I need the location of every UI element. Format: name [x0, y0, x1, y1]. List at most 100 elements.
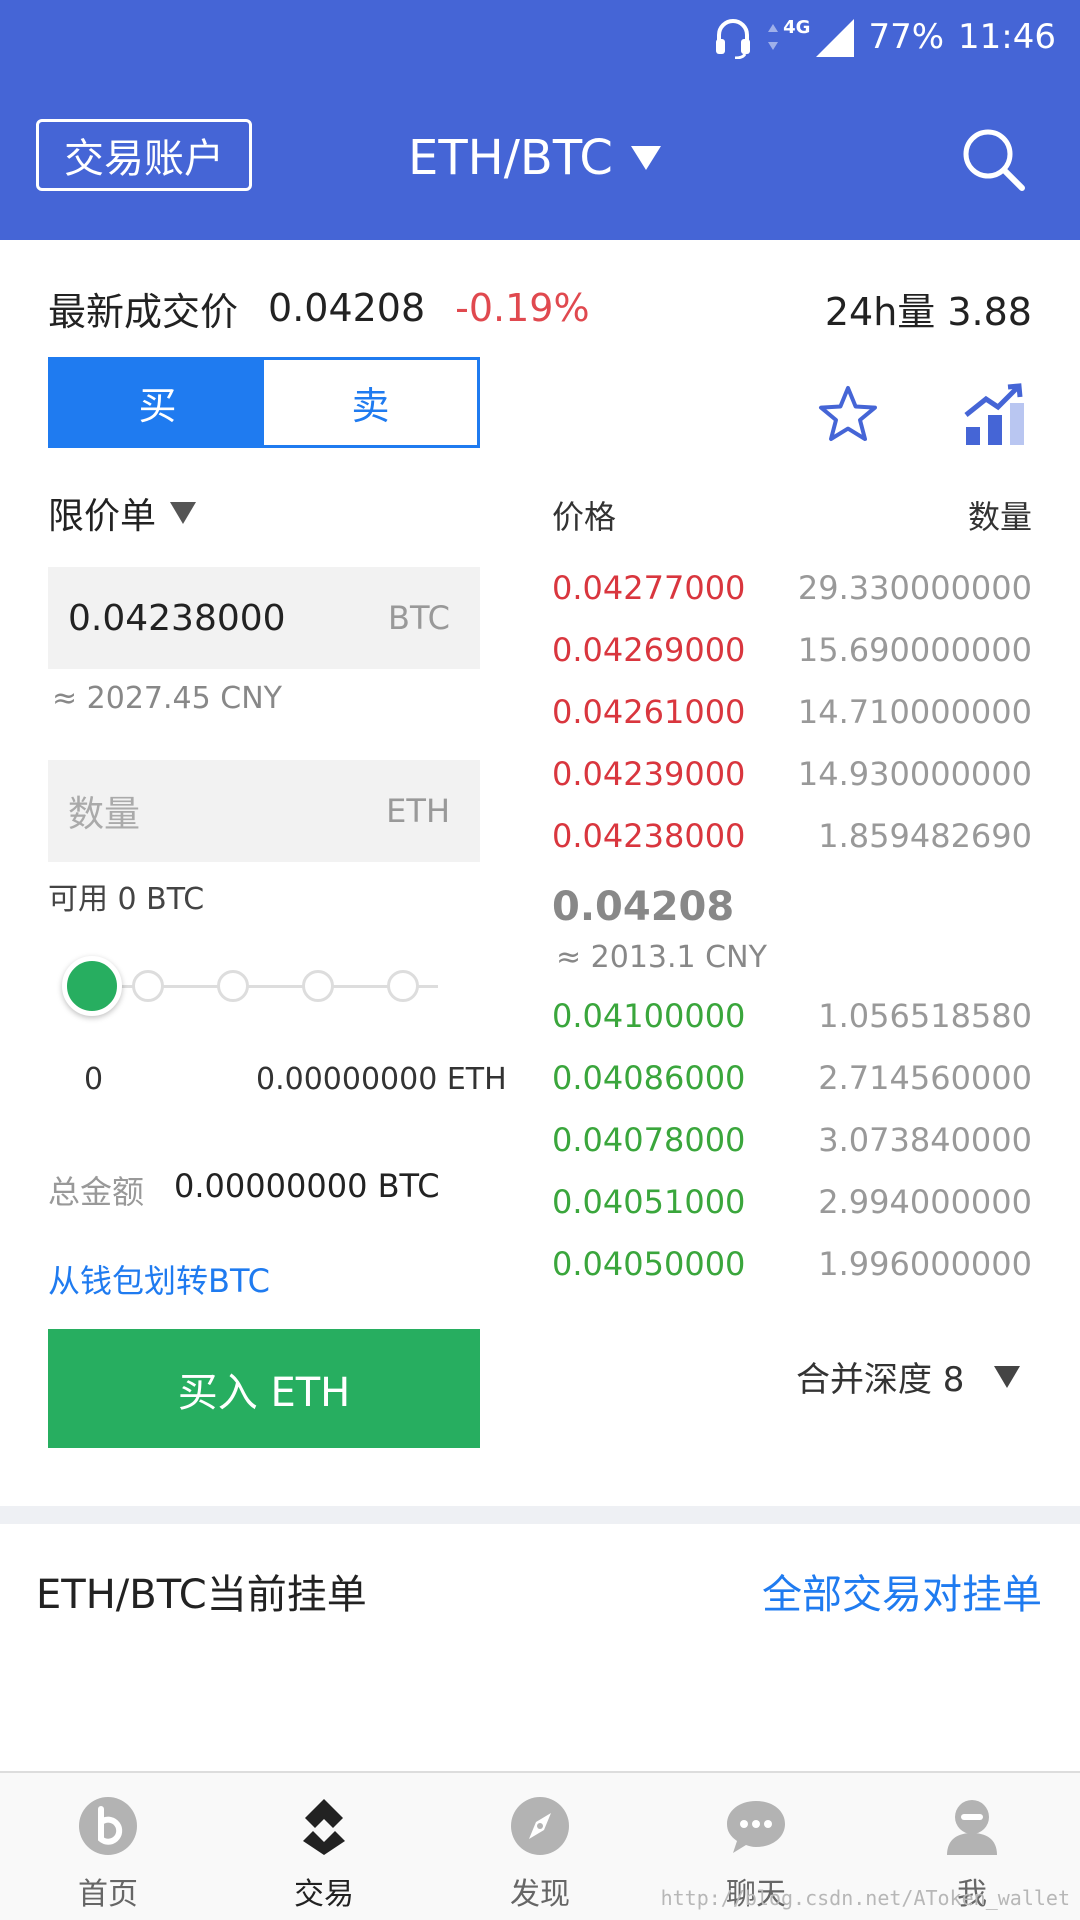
- bid-row[interactable]: 0.04050000 1.996000000: [552, 1233, 1032, 1295]
- ask-amount: 15.690000000: [797, 631, 1032, 669]
- network-icon: 4G: [767, 17, 855, 57]
- bid-price: 0.04078000: [552, 1121, 746, 1159]
- kline-chart-icon[interactable]: [962, 381, 1028, 447]
- volume-24h: 24h量 3.88: [824, 289, 1032, 334]
- slider-step-25[interactable]: [132, 970, 164, 1002]
- quantity-input[interactable]: 数量 ETH: [48, 760, 480, 862]
- bid-amount: 1.996000000: [818, 1245, 1032, 1283]
- ask-row[interactable]: 0.04277000 29.330000000: [552, 557, 1032, 619]
- ask-amount: 29.330000000: [797, 569, 1032, 607]
- bid-amount: 2.714560000: [818, 1059, 1032, 1097]
- network-label: 4G: [783, 17, 811, 38]
- wallet-transfer-link[interactable]: 从钱包划转BTC: [48, 1256, 270, 1302]
- app-header: 4G 77% 11:46 交易账户 ETH/BTC: [0, 0, 1080, 240]
- pair-label: ETH/BTC: [408, 130, 613, 186]
- book-price-header: 价格: [552, 498, 617, 536]
- slider-step-50[interactable]: [217, 970, 249, 1002]
- ask-price: 0.04277000: [552, 569, 746, 607]
- section-divider: [0, 1506, 1080, 1524]
- last-price-label: 最新成交价: [48, 289, 239, 334]
- slider-min-value: 0: [84, 1062, 104, 1097]
- bid-row[interactable]: 0.04100000 1.056518580: [552, 985, 1032, 1047]
- book-last-price-cny: ≈ 2013.1 CNY: [556, 940, 767, 975]
- quantity-placeholder: 数量: [68, 794, 141, 835]
- total-amount: 总金额 0.00000000 BTC: [48, 1167, 440, 1213]
- battery-text: 77%: [868, 17, 945, 57]
- chat-icon: [727, 1801, 785, 1853]
- order-type-label: 限价单: [48, 496, 157, 537]
- clock-text: 11:46: [958, 17, 1056, 57]
- bid-price: 0.04086000: [552, 1059, 746, 1097]
- total-amount-label: 总金额: [48, 1173, 145, 1211]
- merge-depth-selector[interactable]: 合并深度 8: [796, 1352, 1021, 1401]
- ask-price: 0.04261000: [552, 693, 746, 731]
- available-balance: 可用 0 BTC: [48, 882, 205, 917]
- ask-price: 0.04239000: [552, 755, 746, 793]
- price-cny-estimate: ≈ 2027.45 CNY: [52, 681, 282, 716]
- book-last-price[interactable]: 0.04208: [552, 884, 734, 930]
- price-change: -0.19%: [455, 286, 590, 330]
- order-book-header: 价格 数量: [552, 492, 1032, 538]
- nav-item-discover[interactable]: 发现: [432, 1773, 648, 1920]
- total-amount-value: 0.00000000 BTC: [174, 1167, 440, 1205]
- book-amount-header: 数量: [967, 498, 1032, 536]
- slider-max-value: 0.00000000 ETH: [256, 1062, 507, 1097]
- buy-eth-button[interactable]: 买入 ETH: [48, 1329, 480, 1448]
- ask-row[interactable]: 0.04269000 15.690000000: [552, 619, 1032, 681]
- ask-row[interactable]: 0.04239000 14.930000000: [552, 743, 1032, 805]
- home-icon: [79, 1797, 137, 1855]
- current-orders-title: ETH/BTC当前挂单: [36, 1572, 367, 1618]
- bid-amount: 1.056518580: [818, 997, 1032, 1035]
- slider-thumb[interactable]: [62, 956, 122, 1016]
- slider-step-75[interactable]: [302, 970, 334, 1002]
- price-input-value: 0.04238000: [68, 597, 286, 639]
- price-unit: BTC: [388, 599, 450, 637]
- dropdown-arrow-icon: [630, 146, 661, 170]
- nav-label: 发现: [510, 1877, 570, 1912]
- all-pair-orders-link[interactable]: 全部交易对挂单: [762, 1562, 1042, 1620]
- ask-orders: 0.04277000 29.330000000 0.04269000 15.6900…: [552, 557, 1032, 867]
- signal-icon: [816, 19, 855, 57]
- price-input[interactable]: 0.04238000 BTC: [48, 567, 480, 669]
- order-type-selector[interactable]: 限价单: [48, 488, 197, 538]
- headset-icon: [713, 15, 753, 59]
- amount-slider[interactable]: [62, 956, 452, 1016]
- ask-price: 0.04238000: [552, 817, 746, 855]
- last-price-value: 0.04208: [268, 286, 426, 330]
- bid-orders: 0.04100000 1.056518580 0.04086000 2.714560…: [552, 985, 1032, 1295]
- favorite-star-icon[interactable]: [816, 383, 880, 447]
- ask-amount: 14.710000000: [797, 693, 1032, 731]
- nav-label: 首页: [78, 1877, 138, 1912]
- ask-row[interactable]: 0.04261000 14.710000000: [552, 681, 1032, 743]
- compass-icon: [511, 1797, 569, 1855]
- bid-amount: 3.073840000: [818, 1121, 1032, 1159]
- bid-price: 0.04051000: [552, 1183, 746, 1221]
- status-bar: 4G 77% 11:46: [713, 12, 1056, 62]
- trade-icon: [303, 1799, 345, 1855]
- bid-amount: 2.994000000: [818, 1183, 1032, 1221]
- nav-item-trade[interactable]: 交易: [216, 1773, 432, 1920]
- dropdown-arrow-icon: [994, 1365, 1021, 1388]
- quantity-unit: ETH: [386, 792, 450, 830]
- nav-item-home[interactable]: 首页: [0, 1773, 216, 1920]
- nav-label: 交易: [294, 1877, 354, 1912]
- bid-row[interactable]: 0.04086000 2.714560000: [552, 1047, 1032, 1109]
- bid-price: 0.04050000: [552, 1245, 746, 1283]
- bid-price: 0.04100000: [552, 997, 746, 1035]
- buy-sell-tabs: 买 卖: [48, 357, 480, 448]
- pair-selector[interactable]: ETH/BTC: [408, 126, 661, 190]
- user-icon: [947, 1800, 997, 1855]
- slider-step-100[interactable]: [387, 970, 419, 1002]
- watermark-text: http://blog.csdn.net/AToken_wallet: [660, 1886, 1070, 1910]
- ask-amount: 1.859482690: [818, 817, 1032, 855]
- dropdown-arrow-icon: [170, 502, 197, 524]
- tab-sell[interactable]: 卖: [264, 360, 477, 445]
- ask-row[interactable]: 0.04238000 1.859482690: [552, 805, 1032, 867]
- bid-row[interactable]: 0.04078000 3.073840000: [552, 1109, 1032, 1171]
- search-icon[interactable]: [960, 126, 1026, 192]
- tab-buy[interactable]: 买: [51, 360, 264, 445]
- trading-account-button[interactable]: 交易账户: [36, 119, 252, 191]
- ask-price: 0.04269000: [552, 631, 746, 669]
- merge-depth-label: 合并深度 8: [796, 1360, 965, 1400]
- bid-row[interactable]: 0.04051000 2.994000000: [552, 1171, 1032, 1233]
